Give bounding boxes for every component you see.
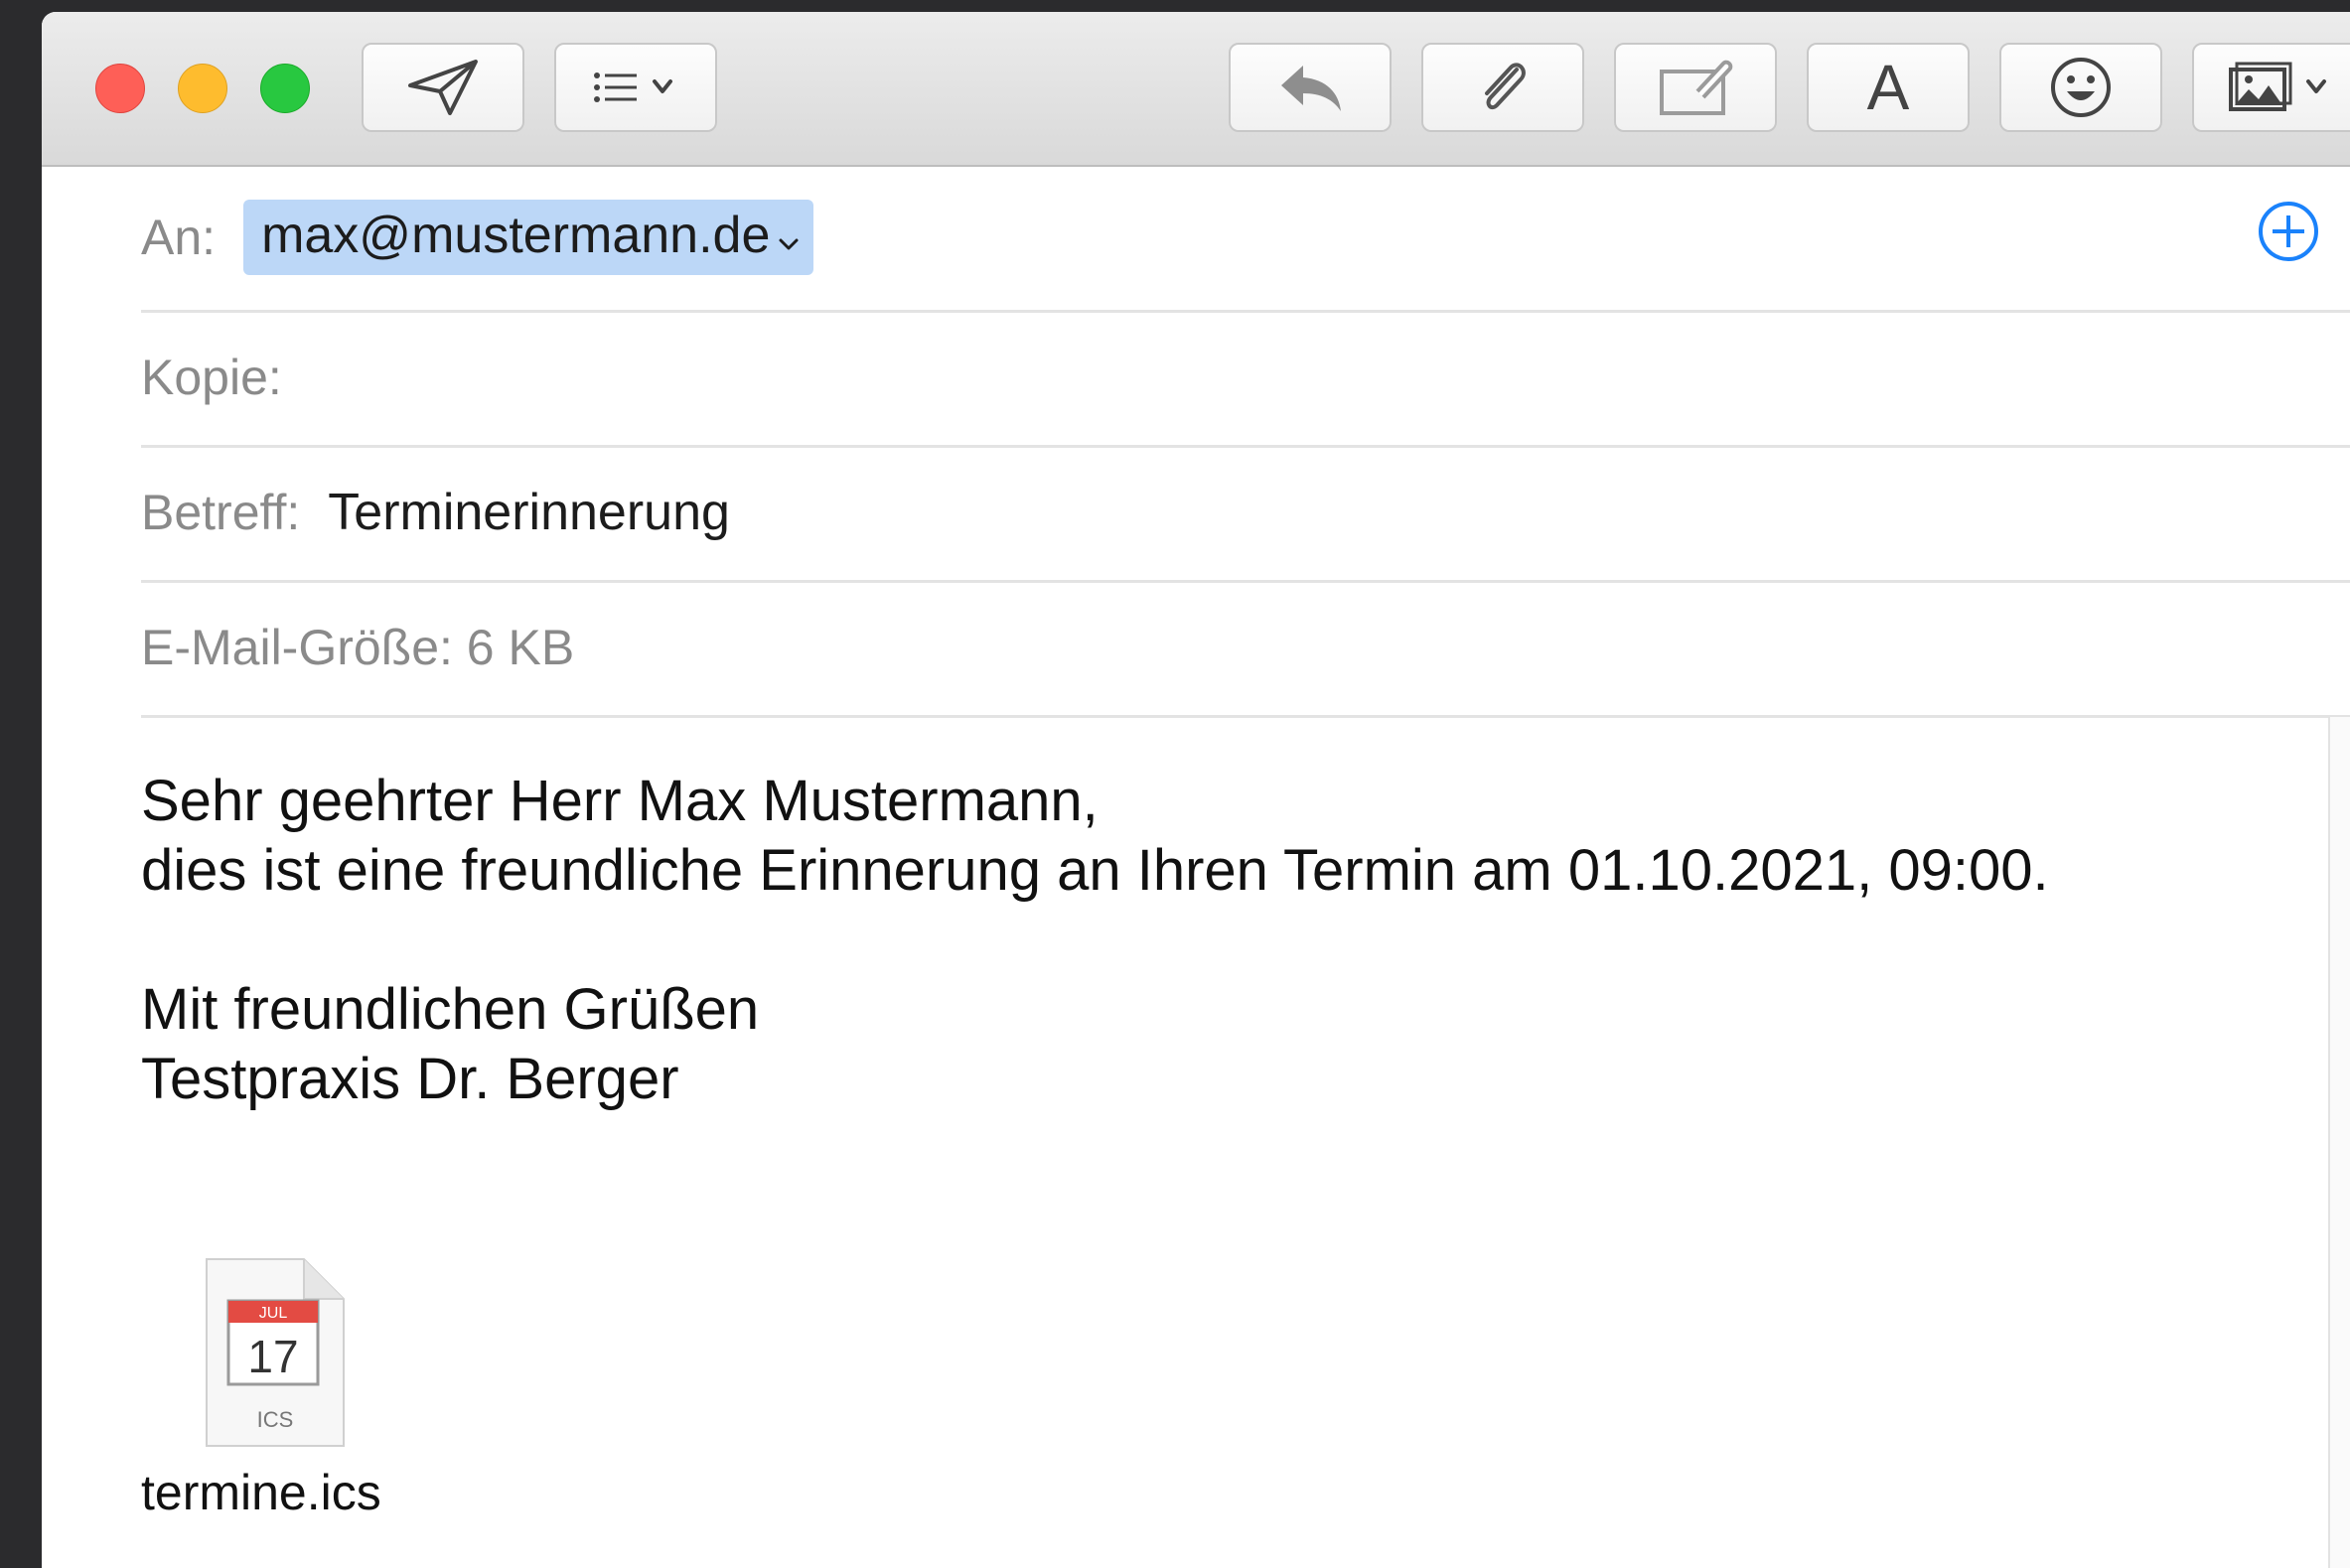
attach-button[interactable] (1421, 43, 1584, 132)
subject-input[interactable]: Terminerinnerung (328, 483, 730, 542)
markup-icon (1658, 58, 1733, 117)
recipient-address: max@mustermann.de (261, 207, 771, 264)
cc-label: Kopie: (141, 350, 282, 405)
format-label: A (1866, 52, 1910, 123)
zoom-window-button[interactable] (260, 64, 310, 113)
to-label: An: (141, 210, 217, 265)
message-size: E-Mail-Größe: 6 KB (141, 620, 575, 675)
body-line: Sehr geehrter Herr Max Mustermann, (141, 769, 1099, 833)
send-button[interactable] (362, 43, 524, 132)
emoji-button[interactable] (1999, 43, 2162, 132)
reply-button[interactable] (1229, 43, 1392, 132)
add-contact-icon[interactable] (2257, 200, 2320, 275)
message-body[interactable]: Sehr geehrter Herr Max Mustermann, dies … (141, 767, 2049, 1114)
cc-field-row[interactable]: Kopie: (141, 310, 2350, 448)
subject-label: Betreff: (141, 485, 301, 540)
format-button[interactable]: A (1807, 43, 1970, 132)
subject-field-row[interactable]: Betreff: Terminerinnerung (141, 445, 2350, 583)
list-icon (591, 68, 680, 107)
to-field-row: An: max@mustermann.de (141, 165, 2350, 313)
reply-arrow-icon (1275, 60, 1345, 115)
attachment[interactable]: JUL 17 ICS termine.ics (141, 1253, 381, 1521)
attachment-filename: termine.ics (141, 1465, 381, 1520)
photo-icon (2227, 60, 2336, 115)
body-line: Mit freundlichen Grüßen (141, 977, 760, 1042)
markup-button[interactable] (1614, 43, 1777, 132)
close-window-button[interactable] (95, 64, 145, 113)
smiley-icon (2049, 56, 2113, 119)
header-fields-button[interactable] (554, 43, 717, 132)
paperclip-icon (1473, 56, 1533, 119)
chevron-down-icon[interactable] (778, 206, 800, 265)
body-line: dies ist eine freundliche Erinnerung an … (141, 838, 2049, 903)
ics-type: ICS (257, 1407, 294, 1432)
photo-browser-button[interactable] (2192, 43, 2350, 132)
ics-month: JUL (259, 1305, 288, 1322)
ics-file-icon: JUL 17 ICS (201, 1253, 350, 1452)
minimize-window-button[interactable] (178, 64, 227, 113)
toolbar: A (42, 12, 2350, 167)
paper-plane-icon (406, 58, 480, 117)
body-scrollbar[interactable] (2328, 717, 2350, 1568)
ics-day: 17 (247, 1331, 298, 1382)
recipient-token[interactable]: max@mustermann.de (243, 200, 814, 275)
message-size-row: E-Mail-Größe: 6 KB (141, 580, 2350, 718)
body-line: Testpraxis Dr. Berger (141, 1047, 679, 1111)
compose-window: A An: max@mustermann.de Kopie: Betreff: … (42, 12, 2350, 1568)
